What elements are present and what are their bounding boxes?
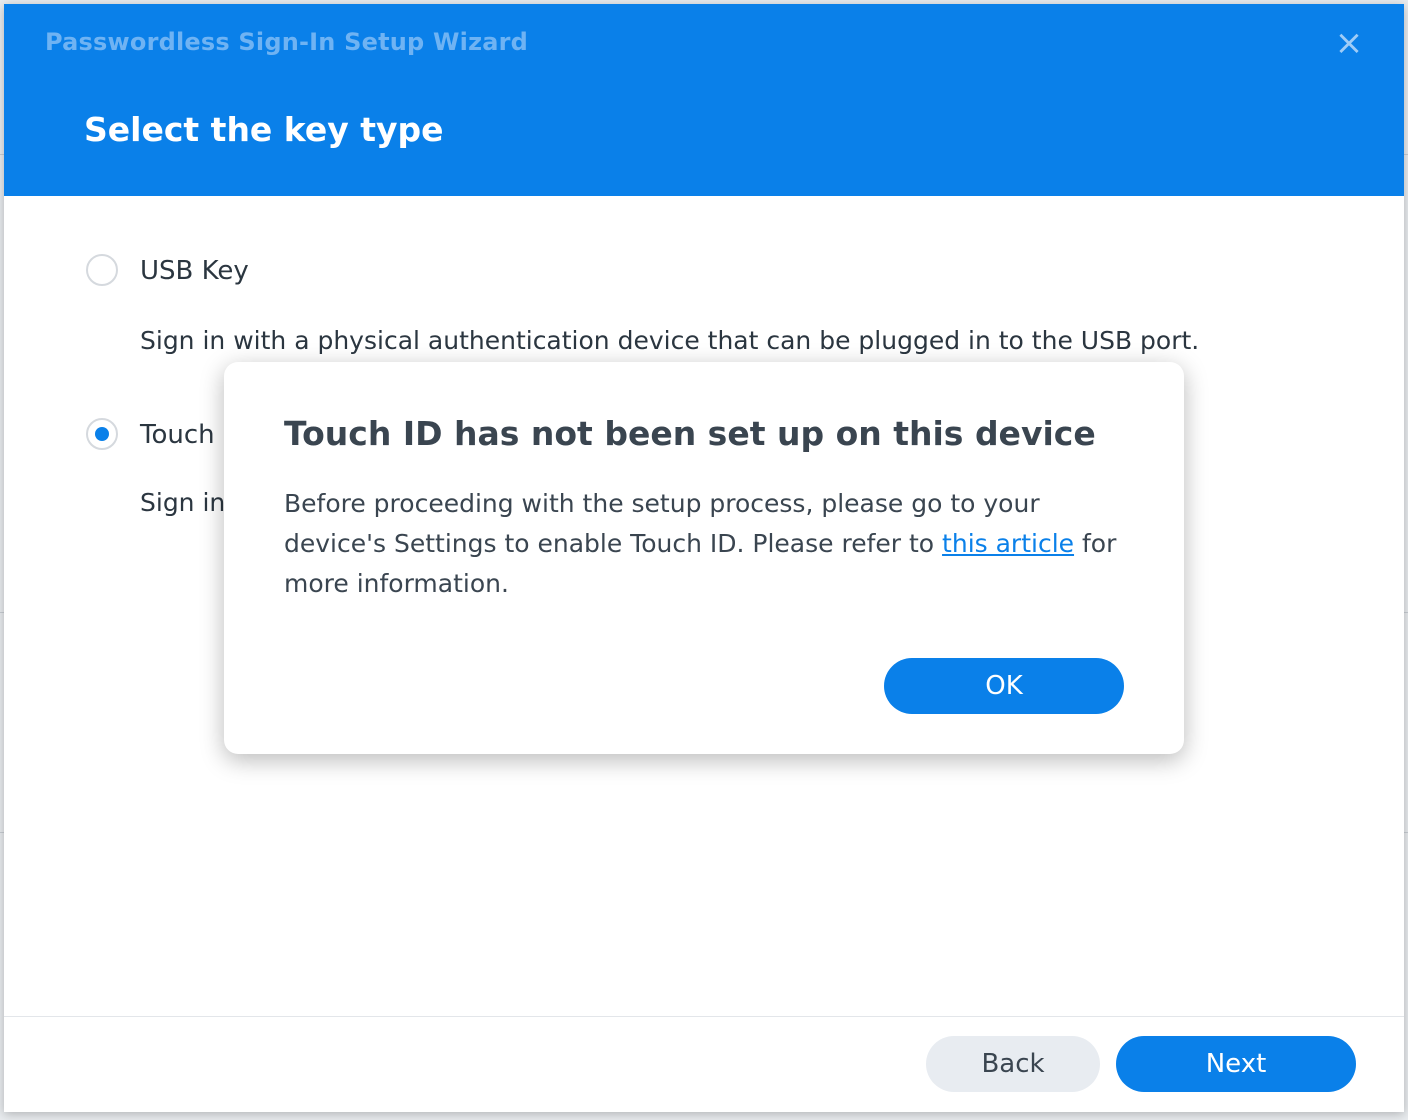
dialog-title: Touch ID has not been set up on this dev… — [284, 414, 1096, 453]
modal-overlay: Touch ID has not been set up on this dev… — [0, 0, 1408, 1120]
ok-button[interactable]: OK — [884, 658, 1124, 714]
this-article-link[interactable]: this article — [942, 529, 1074, 558]
dialog-message: Before proceeding with the setup process… — [284, 484, 1144, 604]
touch-id-alert-dialog: Touch ID has not been set up on this dev… — [224, 362, 1184, 754]
dialog-message-text: Before proceeding with the setup process… — [284, 489, 1040, 558]
